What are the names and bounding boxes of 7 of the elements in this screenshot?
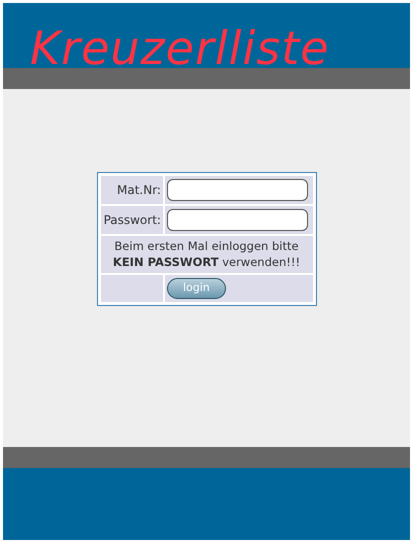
input-field[interactable]	[166, 209, 308, 231]
site-title: Kreuzerlliste	[30, 25, 330, 71]
login-notice: Beim ersten Mal einloggen bitte KEIN PASSWORT verwenden!!!	[112, 239, 300, 269]
field-label: Mat.Nr:	[117, 183, 161, 197]
login-button[interactable]: login	[166, 278, 226, 299]
input-field[interactable]	[166, 179, 308, 201]
field-label: Passwort:	[104, 213, 161, 227]
